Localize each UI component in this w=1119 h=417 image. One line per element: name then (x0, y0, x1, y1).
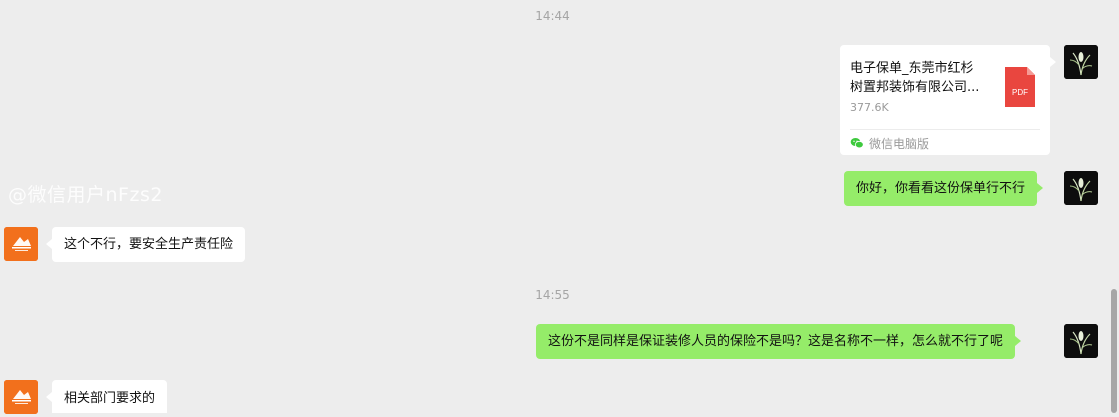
timestamp: 14:44 (535, 9, 570, 23)
contact-avatar[interactable] (4, 227, 38, 261)
file-card-divider (850, 129, 1040, 130)
pdf-file-icon: PDF (1005, 67, 1035, 107)
sent-message-bubble[interactable]: 这份不是同样是保证装修人员的保险不是吗？这是名称不一样，怎么就不行了呢 (536, 324, 1022, 359)
file-source-label: 微信电脑版 (869, 136, 930, 151)
timestamp: 14:55 (535, 288, 570, 302)
sent-message-bubble[interactable]: 你好，你看看这份保单行不行 (844, 171, 1044, 206)
chat-scrollbar[interactable] (1111, 289, 1117, 413)
chat-message-area: 14:44 电子保单_东莞市红杉 树置邦装饰有限公司... 377.6K PDF (0, 0, 1119, 414)
file-message-card[interactable]: 电子保单_东莞市红杉 树置邦装饰有限公司... 377.6K PDF 微信电脑版 (840, 45, 1056, 155)
file-name-line2: 树置邦装饰有限公司... (850, 80, 980, 95)
pdf-icon-label: PDF (1012, 88, 1028, 97)
my-avatar[interactable] (1064, 45, 1098, 79)
received-message-bubble[interactable]: 相关部门要求的 (45, 380, 168, 413)
wechat-icon (850, 136, 864, 150)
watermark-text: @微信用户nFzs2 (8, 184, 163, 206)
my-avatar[interactable] (1064, 324, 1098, 358)
file-size: 377.6K (850, 101, 889, 114)
received-message-bubble[interactable]: 这个不行，要安全生产责任险 (45, 227, 246, 262)
file-name: 电子保单_东莞市红杉 树置邦装饰有限公司... (850, 59, 992, 97)
contact-avatar[interactable] (4, 380, 38, 414)
file-source: 微信电脑版 (850, 134, 929, 152)
file-name-line1: 电子保单_东莞市红杉 (850, 61, 974, 76)
my-avatar[interactable] (1064, 171, 1098, 205)
